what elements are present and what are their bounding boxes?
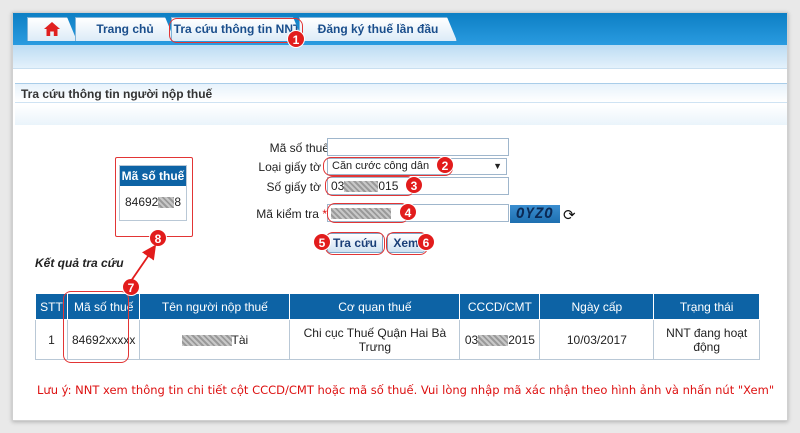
page-frame: Trang chủ Tra cứu thông tin NNT Đăng ký … xyxy=(12,12,788,421)
arrow-7-to-8 xyxy=(130,244,157,282)
